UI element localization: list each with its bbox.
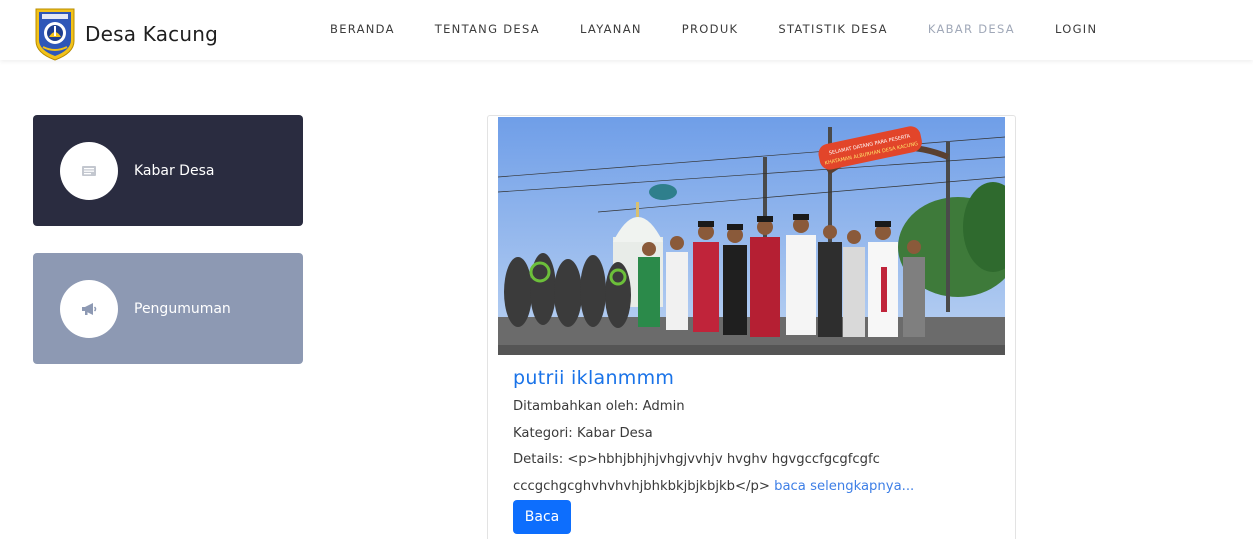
news-photo[interactable]: SELAMAT DATANG PARA PESERTA KHATAMAN ALB… xyxy=(498,117,1005,355)
post-author: Ditambahkan oleh: Admin xyxy=(513,399,685,414)
nav-login[interactable]: LOGIN xyxy=(1055,22,1097,42)
ceremony-photo: SELAMAT DATANG PARA PESERTA KHATAMAN ALB… xyxy=(498,117,1005,355)
main-nav: BERANDA TENTANG DESA LAYANAN PRODUK STAT… xyxy=(330,22,1137,42)
brand[interactable]: Desa Kacung xyxy=(33,7,218,61)
brand-name: Desa Kacung xyxy=(85,22,219,46)
nav-statistik-desa[interactable]: STATISTIK DESA xyxy=(778,22,887,42)
navbar: Desa Kacung BERANDA TENTANG DESA LAYANAN… xyxy=(0,0,1253,61)
post-category: Kategori: Kabar Desa xyxy=(513,426,653,441)
read-button[interactable]: Baca xyxy=(513,500,571,534)
nav-beranda[interactable]: BERANDA xyxy=(330,22,395,42)
nav-layanan[interactable]: LAYANAN xyxy=(580,22,642,42)
nav-produk[interactable]: PRODUK xyxy=(682,22,739,42)
megaphone-icon xyxy=(82,302,97,315)
news-title[interactable]: putrii iklanmmm xyxy=(513,367,674,389)
newspaper-icon xyxy=(82,165,96,176)
village-emblem-icon xyxy=(35,8,75,61)
sidebar-item-pengumuman[interactable]: Pengumuman xyxy=(33,253,303,364)
nav-kabar-desa[interactable]: KABAR DESA xyxy=(928,22,1015,42)
sidebar-item-label: Pengumuman xyxy=(134,300,231,317)
post-details-line1: Details: <p>hbhjbhjhjvhgjvvhjv hvghv hgv… xyxy=(513,452,880,467)
read-more-link[interactable]: baca selengkapnya... xyxy=(774,479,914,494)
sidebar-item-kabar-desa[interactable]: Kabar Desa xyxy=(33,115,303,226)
post-details-text: cccgchgcghvhvhvhjbhkbkjbjkbjkb</p> xyxy=(513,479,770,494)
post-details-line2: cccgchgcghvhvhvhjbhkbkjbjkbjkb</p> baca … xyxy=(513,479,914,494)
sidebar-icon-circle xyxy=(60,141,118,200)
nav-tentang-desa[interactable]: TENTANG DESA xyxy=(435,22,540,42)
news-card: SELAMAT DATANG PARA PESERTA KHATAMAN ALB… xyxy=(487,115,1016,539)
sidebar-item-label: Kabar Desa xyxy=(134,162,215,179)
sidebar-icon-circle xyxy=(60,279,118,338)
